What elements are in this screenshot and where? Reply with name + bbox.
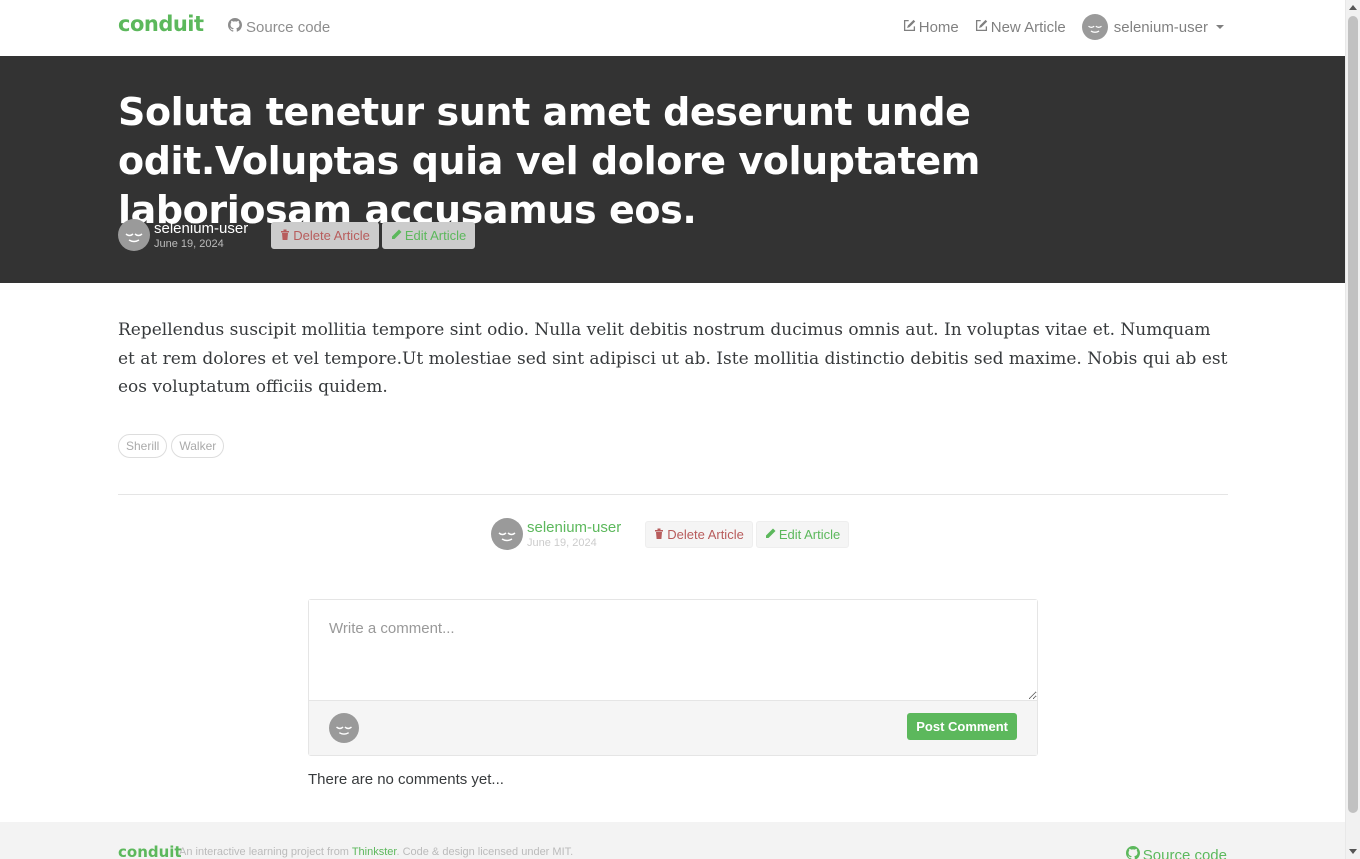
author-name[interactable]: selenium-user bbox=[154, 220, 248, 237]
comment-form-footer: Post Comment bbox=[309, 701, 1037, 755]
author-info: selenium-user June 19, 2024 bbox=[154, 220, 248, 251]
edit-icon bbox=[975, 19, 988, 36]
brand-logo[interactable]: conduit bbox=[118, 12, 204, 36]
github-icon bbox=[228, 18, 243, 36]
nav-source-code-label: Source code bbox=[246, 18, 331, 36]
delete-article-label: Delete Article bbox=[293, 227, 370, 243]
nav-new-article-label: New Article bbox=[990, 18, 1066, 36]
article-date: June 19, 2024 bbox=[527, 536, 597, 549]
author-avatar[interactable] bbox=[118, 219, 150, 251]
nav-source-code-link[interactable]: Source code bbox=[228, 18, 330, 36]
article-meta-bottom: selenium-user June 19, 2024 Delete Artic… bbox=[491, 518, 850, 550]
no-comments-text: There are no comments yet... bbox=[308, 771, 504, 788]
scroll-down-arrow-icon[interactable] bbox=[1349, 849, 1357, 854]
vertical-scrollbar[interactable] bbox=[1345, 0, 1360, 859]
edit-article-button[interactable]: Edit Article bbox=[755, 520, 850, 548]
author-avatar[interactable] bbox=[491, 518, 523, 550]
scroll-up-arrow-icon[interactable] bbox=[1349, 5, 1357, 10]
footer-text-suffix: . Code & design licensed under MIT. bbox=[396, 846, 574, 858]
scrollbar-thumb[interactable] bbox=[1348, 16, 1358, 813]
article-date: June 19, 2024 bbox=[154, 237, 224, 250]
nav-new-article-link[interactable]: New Article bbox=[975, 19, 1066, 36]
edit-article-label: Edit Article bbox=[778, 526, 841, 542]
divider bbox=[118, 494, 1228, 495]
comment-form: Post Comment bbox=[308, 599, 1038, 756]
comment-author-avatar bbox=[329, 713, 359, 743]
nav-username: selenium-user bbox=[1113, 18, 1208, 36]
footer-attribution: An interactive learning project from Thi… bbox=[179, 846, 573, 858]
comment-input[interactable] bbox=[309, 600, 1037, 701]
footer-brand[interactable]: conduit bbox=[118, 843, 182, 859]
article-body: Repellendus suscipit mollitia tempore si… bbox=[118, 320, 1228, 398]
article-meta: selenium-user June 19, 2024 Delete Artic… bbox=[118, 219, 476, 251]
author-name[interactable]: selenium-user bbox=[527, 519, 621, 536]
footer-source-code-link[interactable]: Source code bbox=[1125, 846, 1227, 859]
delete-article-button[interactable]: Delete Article bbox=[271, 221, 379, 249]
trash-icon bbox=[654, 527, 664, 542]
tag-pill: Sherill bbox=[118, 434, 168, 458]
nav-user-menu[interactable]: selenium-user bbox=[1081, 14, 1224, 40]
github-icon bbox=[1125, 846, 1140, 859]
footer-text-prefix: An interactive learning project from bbox=[179, 846, 352, 858]
author-info: selenium-user June 19, 2024 bbox=[527, 519, 621, 550]
article-title: Soluta tenetur sunt amet deserunt unde o… bbox=[118, 90, 980, 232]
pencil-icon bbox=[765, 527, 776, 542]
nav-home-label: Home bbox=[918, 18, 959, 36]
delete-article-button[interactable]: Delete Article bbox=[645, 520, 753, 548]
avatar bbox=[1081, 14, 1108, 40]
footer: conduit An interactive learning project … bbox=[0, 822, 1345, 859]
footer-source-code-label: Source code bbox=[1142, 846, 1227, 859]
edit-article-button[interactable]: Edit Article bbox=[381, 221, 476, 249]
edit-article-label: Edit Article bbox=[404, 227, 467, 243]
article-banner: Soluta tenetur sunt amet deserunt unde o… bbox=[0, 56, 1345, 283]
page: conduit Source code Home New Article sel… bbox=[0, 0, 1345, 859]
post-comment-button[interactable]: Post Comment bbox=[907, 713, 1017, 740]
tag-pill: Walker bbox=[171, 434, 225, 458]
tag-list: Sherill Walker bbox=[118, 434, 225, 458]
trash-icon bbox=[280, 228, 290, 243]
caret-down-icon bbox=[1216, 25, 1224, 29]
edit-icon bbox=[903, 19, 916, 36]
thinkster-link[interactable]: Thinkster bbox=[352, 846, 397, 858]
nav-right: Home New Article selenium-user bbox=[903, 14, 1224, 40]
delete-article-label: Delete Article bbox=[667, 526, 744, 542]
navbar: conduit Source code Home New Article sel… bbox=[0, 0, 1345, 56]
nav-home-link[interactable]: Home bbox=[903, 19, 959, 36]
pencil-icon bbox=[391, 228, 402, 243]
